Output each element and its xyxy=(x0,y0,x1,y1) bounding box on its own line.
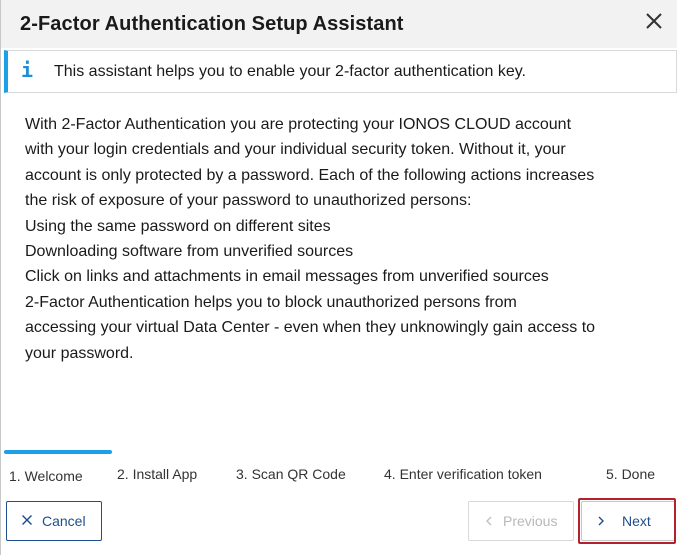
next-label: Next xyxy=(622,513,651,529)
setup-dialog: 2-Factor Authentication Setup Assistant … xyxy=(0,0,677,555)
body-line: accessing your virtual Data Center - eve… xyxy=(25,319,596,337)
body-line: your password. xyxy=(25,344,134,362)
close-icon xyxy=(21,513,33,529)
body-line: with your login credentials and your ind… xyxy=(25,141,566,159)
step-scan-qr-code: 3. Scan QR Code xyxy=(236,466,346,482)
cancel-button[interactable]: Cancel xyxy=(6,501,102,541)
cancel-label: Cancel xyxy=(42,513,86,529)
close-icon[interactable] xyxy=(643,10,665,32)
chevron-left-icon xyxy=(485,513,493,529)
dialog-header: 2-Factor Authentication Setup Assistant xyxy=(1,0,677,48)
step-enter-verification-token: 4. Enter verification token xyxy=(384,466,542,482)
body-line: Click on links and attachments in email … xyxy=(25,268,549,286)
info-icon: i xyxy=(21,58,34,82)
body-line: With 2-Factor Authentication you are pro… xyxy=(25,116,572,133)
body-line: the risk of exposure of your password to… xyxy=(25,192,472,210)
previous-button[interactable]: Previous xyxy=(468,501,574,541)
step-welcome: 1. Welcome xyxy=(9,468,83,484)
info-banner: i This assistant helps you to enable you… xyxy=(4,50,677,93)
active-step-bar xyxy=(4,450,112,454)
body-line: 2-Factor Authentication helps you to blo… xyxy=(25,293,517,311)
body-line: Downloading software from unverified sou… xyxy=(25,243,354,261)
step-indicator: 1. Welcome 2. Install App 3. Scan QR Cod… xyxy=(1,446,677,486)
chevron-right-icon xyxy=(597,513,605,529)
body-line: account is only protected by a password.… xyxy=(25,166,595,184)
body-line: Using the same password on different sit… xyxy=(25,217,331,235)
step-done: 5. Done xyxy=(606,466,656,482)
info-text: This assistant helps you to enable your … xyxy=(54,63,526,80)
description-text: With 2-Factor Authentication you are pro… xyxy=(25,112,665,366)
dialog-title: 2-Factor Authentication Setup Assistant xyxy=(20,13,404,35)
previous-label: Previous xyxy=(503,513,558,529)
next-button[interactable]: Next xyxy=(581,501,675,541)
step-install-app: 2. Install App xyxy=(117,466,198,482)
